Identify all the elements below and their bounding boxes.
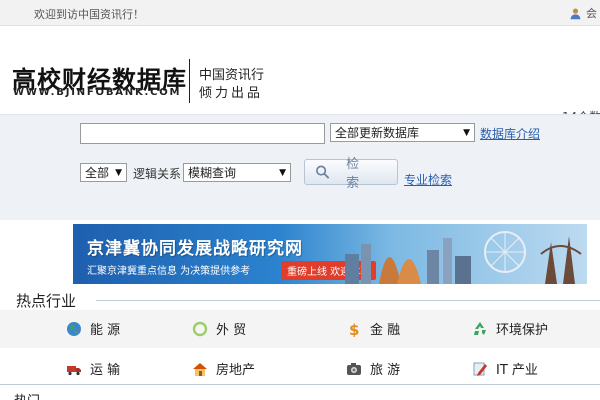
industry-row: 运 输 房地产 旅 游 IT 产业: [0, 350, 600, 388]
top-bar: 欢迎到访中国资讯行！ 会: [0, 0, 600, 26]
truck-icon: [67, 365, 81, 375]
industry-tourism[interactable]: 旅 游: [346, 359, 400, 378]
industry-label: 房地产: [216, 363, 256, 378]
industry-label: 外 贸: [216, 323, 247, 338]
query-mode-select[interactable]: 模糊查询 ▼: [183, 163, 291, 182]
industry-label: 金 融: [370, 323, 401, 338]
banner-subtitle: 汇聚京津冀重点信息 为决策提供参考: [87, 266, 251, 277]
welcome-text: 欢迎到访中国资讯行！: [34, 8, 144, 21]
industry-label: 环境保护: [496, 323, 549, 338]
industry-label: 能 源: [90, 323, 121, 338]
chevron-down-icon: ▼: [463, 127, 470, 138]
site-header: 高校财经数据库 WWW.BJINFOBANK.COM 中国资讯行 倾力出品 14…: [0, 26, 600, 124]
banner-title: 京津冀协同发展战略研究网: [87, 239, 303, 259]
industry-label: IT 产业: [496, 363, 538, 378]
chevron-down-icon: ▼: [279, 167, 286, 178]
industry-finance[interactable]: $ 金 融: [346, 319, 401, 339]
search-panel: 全部更新数据库 ▼ 数据库介绍 全部 ▼ 逻辑关系 模糊查询 ▼ 检 索 专业检…: [0, 114, 600, 220]
globe-icon: [67, 321, 81, 336]
industry-label: 运 输: [90, 363, 121, 378]
promo-banner[interactable]: 京津冀协同发展战略研究网 汇聚京津冀重点信息 为决策提供参考 重磅上线 欢迎体验: [73, 224, 587, 284]
pencil-icon: [473, 362, 487, 376]
ring-icon: [192, 321, 208, 336]
camera-icon: [347, 362, 361, 375]
industry-transport[interactable]: 运 输: [66, 359, 120, 378]
query-mode-value: 模糊查询: [188, 166, 237, 180]
tagline-publisher: 中国资讯行: [199, 68, 265, 83]
industry-trade[interactable]: 外 贸: [192, 319, 246, 338]
tagline-produced: 倾力出品: [199, 86, 264, 101]
database-select-value: 全部更新数据库: [335, 126, 420, 140]
logo-divider: [189, 59, 190, 103]
bottom-divider: [0, 384, 600, 385]
user-login[interactable]: 会: [569, 5, 597, 21]
scope-select-value: 全部: [85, 166, 110, 180]
industry-label: 旅 游: [370, 363, 401, 378]
database-intro-link[interactable]: 数据库介绍: [480, 125, 540, 142]
dollar-icon: $: [349, 321, 359, 337]
database-select[interactable]: 全部更新数据库 ▼: [330, 123, 475, 142]
recycle-icon: [474, 321, 486, 335]
search-input[interactable]: [80, 123, 325, 144]
logo-url: WWW.BJINFOBANK.COM: [13, 87, 182, 98]
chevron-down-icon: ▼: [115, 167, 122, 178]
search-icon: [316, 165, 330, 179]
search-button-label: 检 索: [346, 157, 368, 191]
advanced-search-link[interactable]: 专业检索: [404, 171, 452, 188]
svg-text:$: $: [349, 321, 359, 337]
industry-row: 能 源 外 贸 $ 金 融 环境保护: [0, 310, 600, 348]
search-button[interactable]: 检 索: [304, 157, 398, 191]
user-label: 会: [586, 7, 597, 20]
industry-environment[interactable]: 环境保护: [472, 319, 548, 338]
logic-label: 逻辑关系: [133, 167, 182, 181]
scope-select[interactable]: 全部 ▼: [80, 163, 127, 182]
industry-real-estate[interactable]: 房地产: [192, 359, 255, 378]
industry-it[interactable]: IT 产业: [472, 359, 538, 378]
section-divider: [96, 300, 600, 301]
hot-industries-title: 热点行业: [16, 292, 77, 310]
house-icon: [193, 362, 207, 376]
bottom-section-title: 热门: [14, 390, 40, 400]
city-skyline-icon: [345, 231, 582, 284]
industry-energy[interactable]: 能 源: [66, 319, 120, 338]
user-icon: [570, 7, 581, 19]
